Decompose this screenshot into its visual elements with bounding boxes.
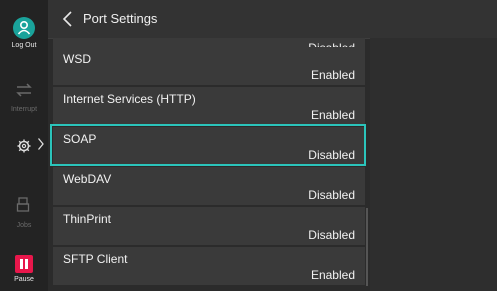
pause-icon — [15, 255, 33, 273]
jobs-icon — [16, 197, 30, 212]
interrupt-button[interactable]: Interrupt — [0, 82, 48, 114]
pause-label: Pause — [14, 276, 34, 283]
item-name: SFTP Client — [63, 252, 128, 266]
chevron-right-icon — [37, 138, 44, 150]
item-value: Disabled — [308, 188, 355, 202]
item-name: WSD — [63, 52, 91, 66]
list-item-webdav[interactable]: WebDAV Disabled — [53, 167, 365, 207]
gear-icon — [17, 139, 31, 153]
selection-highlight — [50, 124, 366, 166]
page-title: Port Settings — [83, 11, 158, 26]
logout-label: Log Out — [11, 42, 37, 49]
logout-button[interactable]: Log Out — [0, 17, 48, 50]
jobs-button[interactable]: Jobs — [0, 196, 48, 230]
chevron-left-icon — [62, 11, 72, 27]
list-item-http[interactable]: Internet Services (HTTP) Enabled — [53, 87, 365, 127]
item-value: Enabled — [310, 68, 355, 82]
detail-panel — [370, 38, 497, 291]
back-button[interactable] — [58, 9, 78, 29]
list-item-thinprint[interactable]: ThinPrint Disabled — [53, 207, 365, 247]
person-icon — [13, 17, 35, 39]
jobs-label: Jobs — [16, 222, 32, 229]
item-name: ThinPrint — [63, 212, 112, 226]
list-item-sftp[interactable]: SFTP Client Enabled — [53, 247, 365, 287]
item-name: Internet Services (HTTP) — [63, 92, 196, 106]
scrollbar[interactable] — [366, 208, 368, 286]
item-value: Enabled — [310, 268, 355, 282]
pause-button[interactable]: Pause — [0, 255, 48, 284]
item-value: Enabled — [310, 108, 355, 122]
header-bar: Port Settings — [48, 0, 497, 39]
interrupt-icon — [16, 83, 32, 97]
interrupt-label: Interrupt — [10, 106, 38, 113]
item-name: WebDAV — [63, 172, 112, 186]
list-item-wsd[interactable]: WSD Enabled — [53, 47, 365, 87]
item-value: Disabled — [308, 228, 355, 242]
